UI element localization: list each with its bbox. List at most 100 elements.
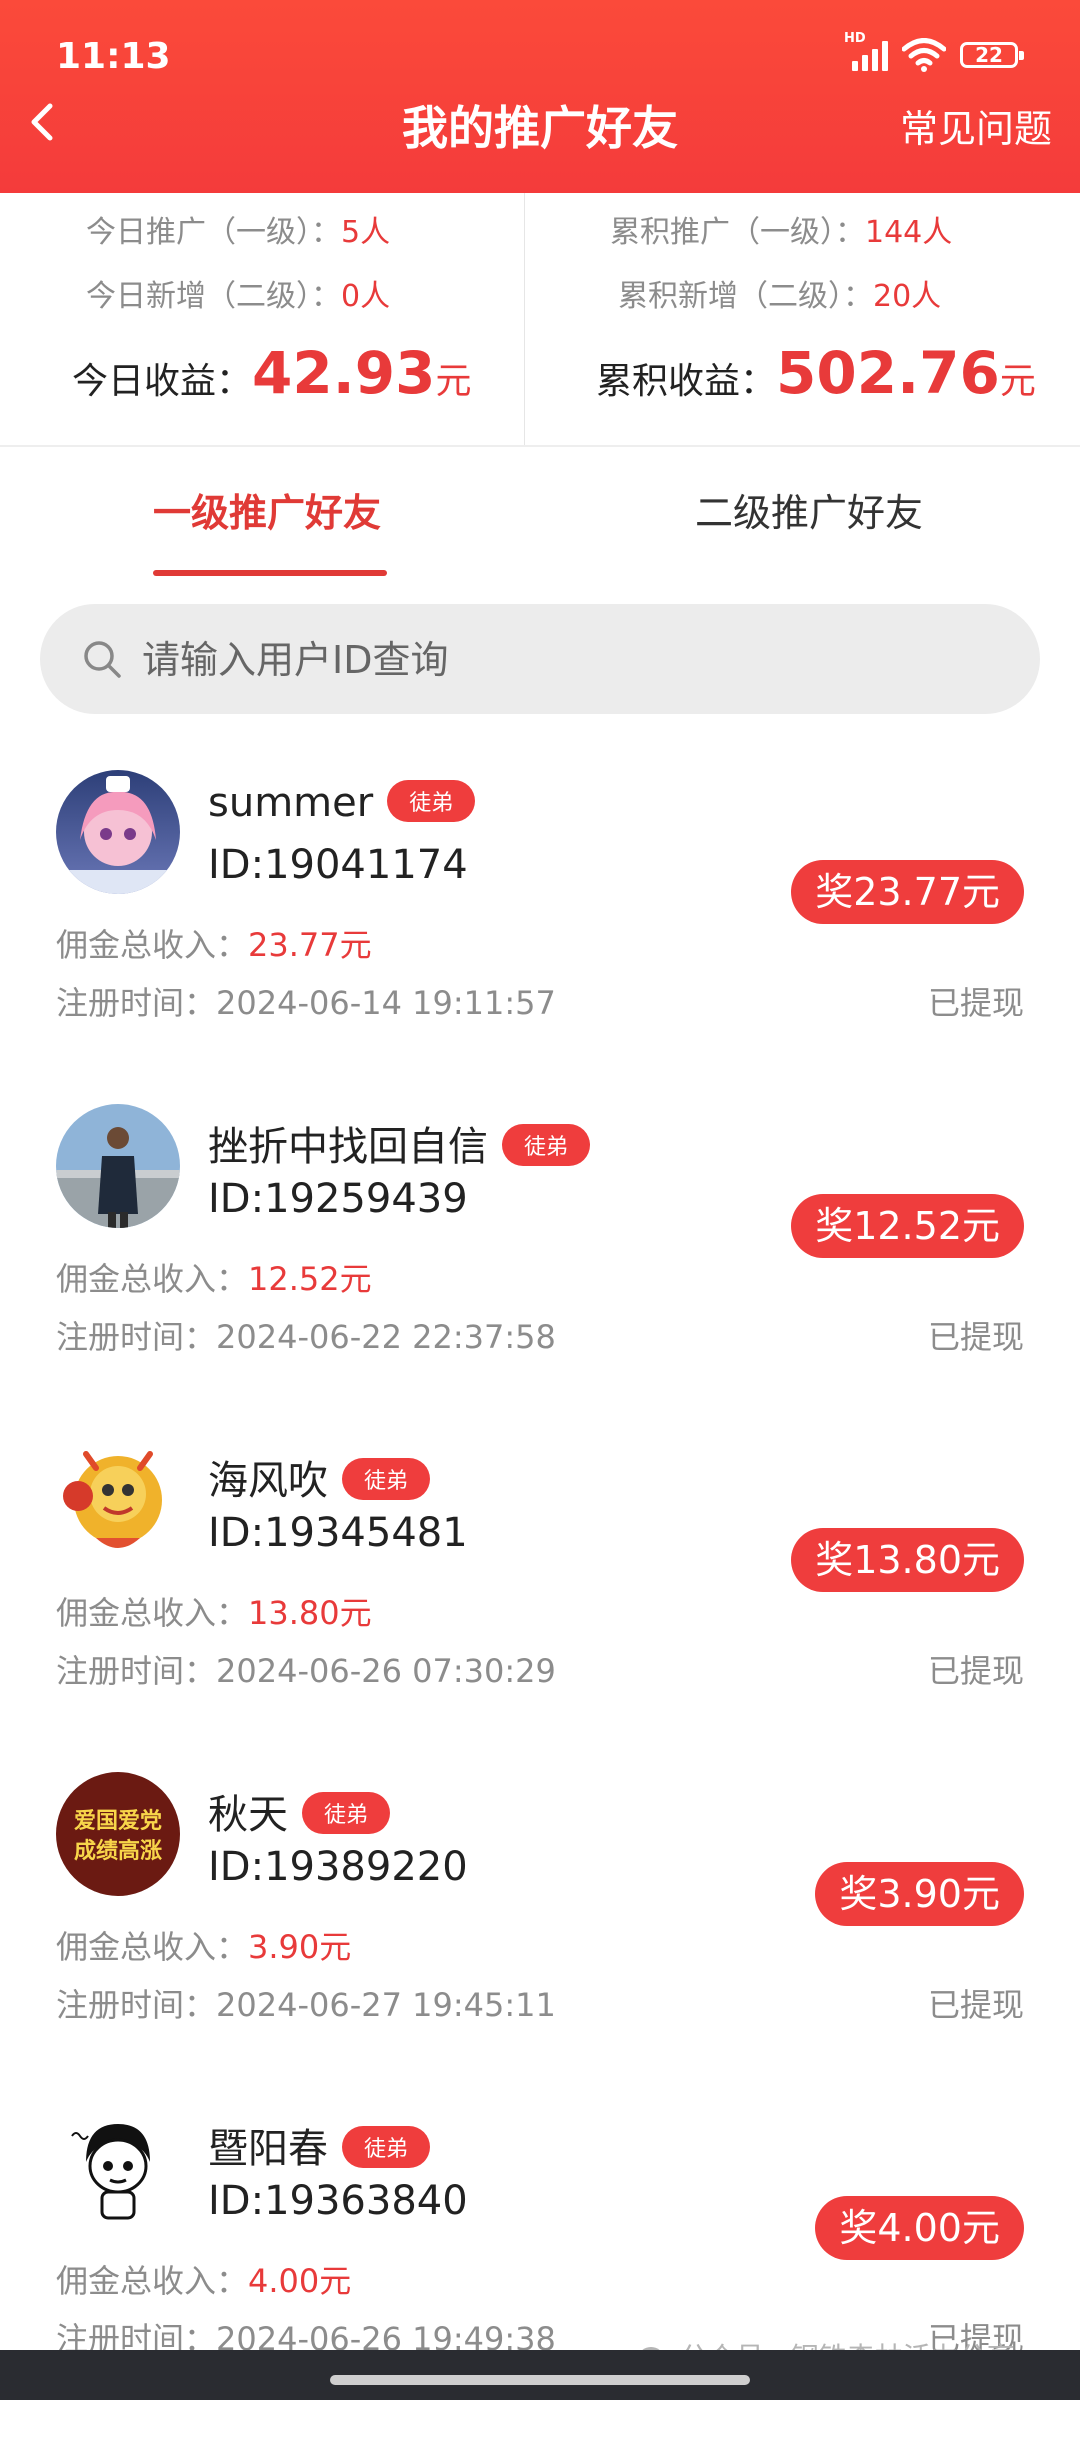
commission-income: 佣金总收入：3.90元 — [56, 1922, 351, 1968]
friend-id: ID:19041174 — [208, 842, 468, 888]
income-label: 佣金总收入： — [56, 2262, 249, 2300]
apprentice-badge: 徒弟 — [342, 2126, 431, 2168]
income-label: 佣金总收入： — [56, 926, 249, 964]
apprentice-badge: 徒弟 — [387, 780, 476, 822]
today-promo-stat: 今日推广（一级）：5人 — [86, 207, 390, 251]
register-label: 注册时间： — [56, 1986, 217, 2024]
friend-name: 暨阳春 徒弟 — [208, 2116, 431, 2174]
avatar[interactable] — [56, 2106, 180, 2230]
avatar[interactable] — [56, 1104, 180, 1228]
income-value: 23.77元 — [248, 926, 372, 964]
friend-id: ID:19345481 — [208, 1510, 468, 1556]
tab-level-1-friends[interactable]: 一级推广好友 — [153, 482, 381, 537]
register-value: 2024-06-27 19:45:11 — [216, 1986, 556, 2024]
avatar[interactable] — [56, 1438, 180, 1562]
total-earn-value: 502.76 — [776, 339, 1000, 407]
avatar-text-line-2: 成绩高涨 — [74, 1838, 162, 1864]
friend-name: 秋天 徒弟 — [208, 1782, 391, 1840]
register-value: 2024-06-26 07:30:29 — [216, 1652, 556, 1690]
friend-name-text: 海风吹 — [208, 1458, 328, 1504]
today-new-label: 今日新增（二级）： — [86, 279, 341, 314]
signal-icon: HD — [844, 31, 888, 71]
stats-divider — [524, 193, 525, 445]
avatar[interactable] — [56, 770, 180, 894]
reward-button[interactable]: 奖4.00元 — [815, 2196, 1024, 2260]
commission-income: 佣金总收入：13.80元 — [56, 1588, 372, 1634]
today-promo-label: 今日推广（一级）： — [86, 215, 341, 250]
register-value: 2024-06-14 19:11:57 — [216, 984, 556, 1022]
friend-item[interactable]: 海风吹 徒弟 ID:19345481 奖13.80元 佣金总收入：13.80元 注… — [0, 1438, 1080, 1772]
today-new-value: 0人 — [341, 279, 391, 314]
register-value: 2024-06-22 22:37:58 — [216, 1318, 556, 1356]
total-promo-stat: 累积推广（一级）：144人 — [610, 207, 952, 251]
status-time: 11:13 — [56, 36, 171, 77]
register-label: 注册时间： — [56, 984, 217, 1022]
withdraw-status: 已提现 — [927, 984, 1024, 1022]
search-input[interactable] — [140, 624, 1004, 696]
total-earn-label: 累积收益： — [596, 361, 777, 402]
total-promo-label: 累积推广（一级）： — [610, 215, 865, 250]
friend-name-text: 秋天 — [208, 1792, 288, 1838]
register-time: 注册时间：2024-06-27 19:45:11 — [56, 1980, 556, 2026]
income-value: 13.80元 — [248, 1594, 372, 1632]
network-type-label: HD — [844, 31, 866, 46]
today-earn-unit: 元 — [435, 361, 472, 402]
active-tab-indicator — [153, 570, 387, 576]
avatar-text-line-1: 爱国爱党 — [74, 1809, 162, 1834]
reward-button[interactable]: 奖23.77元 — [791, 860, 1024, 924]
reward-button[interactable]: 奖13.80元 — [791, 1528, 1024, 1592]
friend-name: 海风吹 徒弟 — [208, 1448, 431, 1506]
friend-id: ID:19363840 — [208, 2178, 468, 2224]
apprentice-badge: 徒弟 — [502, 1124, 591, 1166]
friend-id: ID:19259439 — [208, 1176, 468, 1222]
status-icons: HD 22 — [844, 31, 1024, 72]
commission-income: 佣金总收入：4.00元 — [56, 2256, 351, 2302]
register-time: 注册时间：2024-06-14 19:11:57 — [56, 978, 556, 1024]
total-earnings: 累积收益：502.76元 — [596, 339, 1036, 407]
app-header: 11:13 HD 22 我的推广好友 常见问题 — [0, 0, 1080, 193]
register-time: 注册时间：2024-06-22 22:37:58 — [56, 1312, 556, 1358]
battery-icon: 22 — [960, 42, 1024, 68]
search-icon — [84, 641, 121, 678]
today-new-stat: 今日新增（二级）：0人 — [86, 271, 390, 315]
stats-panel: 今日推广（一级）：5人 今日新增（二级）：0人 今日收益：42.93元 累积推广… — [0, 193, 1080, 447]
register-time: 注册时间：2024-06-26 07:30:29 — [56, 1646, 556, 1692]
register-label: 注册时间： — [56, 1652, 217, 1690]
income-value: 4.00元 — [248, 2262, 352, 2300]
apprentice-badge: 徒弟 — [342, 1458, 431, 1500]
friend-name-text: 暨阳春 — [208, 2126, 328, 2172]
faq-link[interactable]: 常见问题 — [900, 98, 1052, 153]
avatar[interactable]: 爱国爱党 成绩高涨 — [56, 1772, 180, 1896]
today-promo-value: 5人 — [341, 215, 391, 250]
reward-button[interactable]: 奖3.90元 — [815, 1862, 1024, 1926]
home-indicator[interactable] — [330, 2375, 750, 2385]
withdraw-status: 已提现 — [927, 1986, 1024, 2024]
friend-name: 挫折中找回自信 徒弟 — [208, 1114, 591, 1172]
today-earn-label: 今日收益： — [72, 361, 253, 402]
withdraw-status: 已提现 — [927, 1318, 1024, 1356]
friend-item[interactable]: summer 徒弟 ID:19041174 奖23.77元 佣金总收入：23.77… — [0, 770, 1080, 1104]
total-earn-unit: 元 — [999, 361, 1036, 402]
income-label: 佣金总收入： — [56, 1260, 249, 1298]
total-promo-value: 144人 — [865, 215, 953, 250]
wifi-icon — [902, 38, 946, 72]
friend-item[interactable]: 爱国爱党 成绩高涨 秋天 徒弟 ID:19389220 奖3.90元 佣金总收入：… — [0, 1772, 1080, 2106]
today-earnings: 今日收益：42.93元 — [72, 339, 472, 407]
income-value: 12.52元 — [248, 1260, 372, 1298]
total-new-value: 20人 — [873, 279, 942, 314]
friend-name-text: summer — [208, 780, 374, 826]
friend-id: ID:19389220 — [208, 1844, 468, 1890]
search-bar[interactable] — [40, 604, 1040, 714]
reward-button[interactable]: 奖12.52元 — [791, 1194, 1024, 1258]
apprentice-badge: 徒弟 — [302, 1792, 391, 1834]
friend-name: summer 徒弟 — [208, 780, 476, 826]
register-label: 注册时间： — [56, 1318, 217, 1356]
battery-level: 22 — [975, 43, 1003, 67]
tab-level-2-friends[interactable]: 二级推广好友 — [695, 482, 923, 537]
income-value: 3.90元 — [248, 1928, 352, 1966]
income-label: 佣金总收入： — [56, 1594, 249, 1632]
friend-item[interactable]: 挫折中找回自信 徒弟 ID:19259439 奖12.52元 佣金总收入：12.5… — [0, 1104, 1080, 1438]
income-label: 佣金总收入： — [56, 1928, 249, 1966]
total-new-stat: 累积新增（二级）：20人 — [618, 271, 941, 315]
friend-name-text: 挫折中找回自信 — [208, 1124, 488, 1170]
